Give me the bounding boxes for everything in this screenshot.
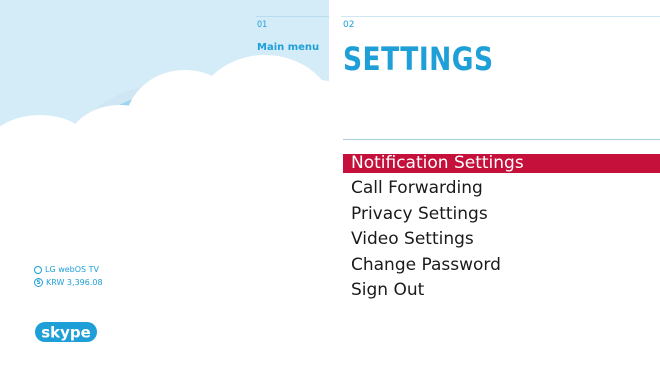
account-credit-row: S KRW 3,396.08 (34, 278, 103, 287)
page-title: SETTINGS (343, 40, 494, 78)
step-number-main: 01 (257, 20, 268, 30)
step-divider-right (341, 16, 660, 17)
menu-item-notification-settings[interactable]: Notification Settings (343, 154, 660, 173)
step-number-settings: 02 (343, 20, 355, 30)
tv-name: LG webOS TV (45, 265, 100, 274)
right-panel: 02 SETTINGS Notification Settings Call F… (329, 0, 660, 374)
menu-item-video-settings[interactable]: Video Settings (343, 228, 660, 254)
left-panel: 01 Main menu LG webOS TV S KRW 3,396.08 … (0, 0, 329, 374)
menu-item-privacy-settings[interactable]: Privacy Settings (343, 203, 660, 229)
cloud-rainbow-illustration (0, 55, 329, 374)
skype-logo-icon: skype (35, 322, 97, 342)
account-tv-row: LG webOS TV (34, 265, 99, 274)
menu-item-change-password[interactable]: Change Password (343, 254, 660, 280)
step-divider (256, 16, 329, 17)
status-ring-icon (34, 265, 42, 274)
skype-logo-text: skype (41, 324, 91, 342)
skype-credit-icon: S (34, 278, 43, 287)
menu-item-call-forwarding[interactable]: Call Forwarding (343, 177, 660, 203)
credit-balance: KRW 3,396.08 (46, 278, 103, 287)
breadcrumb-main-menu[interactable]: Main menu (257, 42, 319, 53)
skype-settings-screen: 01 Main menu LG webOS TV S KRW 3,396.08 … (0, 0, 660, 374)
settings-menu: Notification Settings Call Forwarding Pr… (343, 154, 660, 305)
title-divider (343, 139, 660, 140)
menu-item-sign-out[interactable]: Sign Out (343, 279, 660, 305)
